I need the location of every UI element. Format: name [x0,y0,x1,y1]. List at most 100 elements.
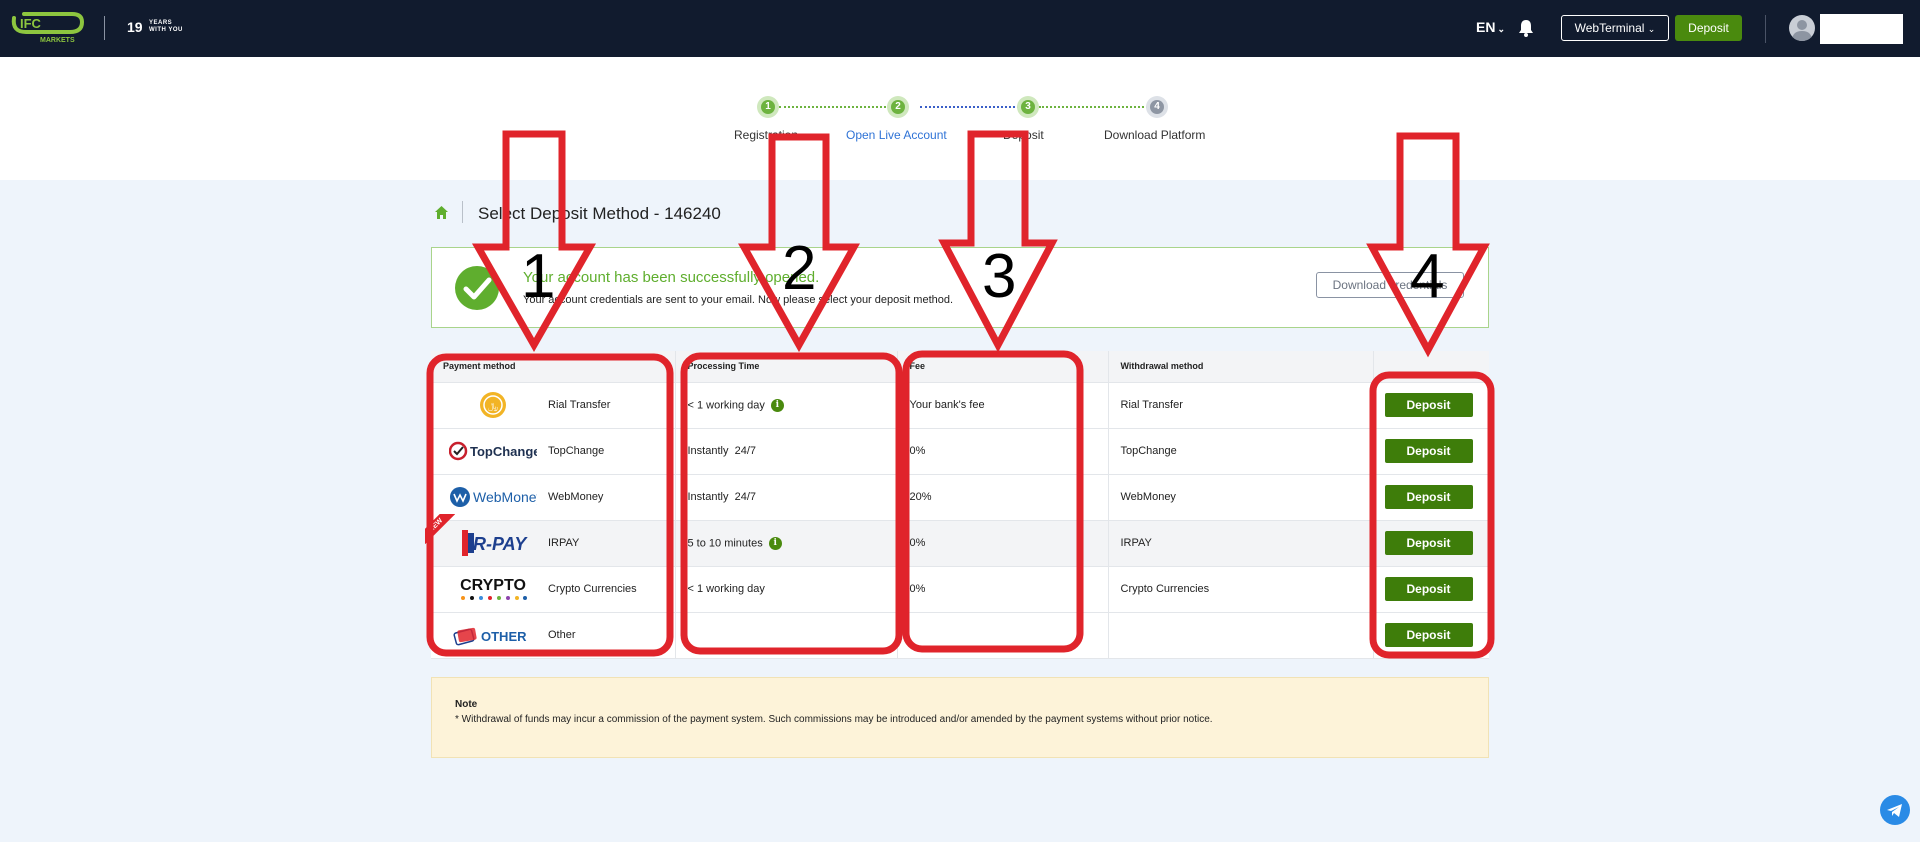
svg-text:IFC: IFC [20,16,42,31]
chevron-down-icon: ⌄ [1647,24,1656,34]
payment-method-name: IRPAY [548,537,580,549]
payment-method-name: Crypto Currencies [548,583,637,595]
column-header-withdrawal-method: Withdrawal method [1108,351,1374,383]
deposit-button[interactable]: Deposit [1384,623,1473,647]
fee-cell: 0% [897,520,1109,567]
svg-text:MARKETS: MARKETS [40,37,75,44]
deposit-methods-table: Payment method Processing Time Fee Withd… [425,351,1489,659]
column-header-action [1373,351,1489,383]
crypto-logo: CRYPTO [443,573,543,605]
fee-cell [897,612,1109,659]
ifc-markets-logo[interactable]: IFC MARKETS [10,10,84,44]
fee-cell: 20% [897,474,1109,521]
language-label: EN [1476,19,1496,35]
step-3-dot: 3 [1017,96,1039,118]
rial-logo: ﷼ [443,389,543,421]
step-connector [920,106,1027,108]
deposit-button[interactable]: Deposit [1384,439,1473,463]
top-navbar: IFC MARKETS 19 YEARS WITH YOU EN ⌄ WebTer… [0,0,1920,57]
deposit-button[interactable]: Deposit [1384,393,1473,417]
fee-cell: 0% [897,566,1109,613]
success-subtitle: Your account credentials are sent to you… [523,294,954,306]
payment-method-name: Other [548,629,576,641]
table-row: ﷼ Rial Transfer < 1 working day i Your ba… [431,382,1489,429]
success-title: Your account has been successfully opene… [523,269,820,286]
info-icon[interactable]: i [770,398,784,412]
payment-method-name: WebMoney [548,491,604,503]
step-4-dot: 4 [1146,96,1168,118]
table-row: OTHER Other Deposit [431,612,1489,659]
logo-divider [104,16,105,40]
years-number: 19 [127,19,143,35]
table-row: CRYPTO Crypto Currencies < 1 working day… [431,566,1489,613]
payment-method-name: TopChange [548,445,605,457]
avatar[interactable] [1789,15,1815,41]
fee-cell: 0% [897,428,1109,475]
success-panel: Your account has been successfully opene… [431,247,1489,328]
topchange-logo: TopChange [443,435,543,467]
chevron-down-icon: ⌄ [1497,24,1505,34]
column-header-payment-method: Payment method [431,351,676,383]
svg-text:IR-PAY: IR-PAY [468,534,528,554]
years-text: YEARS WITH YOU [149,20,183,33]
processing-time: Instantly 24/7 [675,474,898,521]
processing-time: Instantly 24/7 [675,428,898,475]
table-row: TopChange TopChange Instantly 24/7 0% To… [431,428,1489,475]
irpay-logo: IR-PAY [443,527,543,559]
step-label-registration[interactable]: Registration [734,128,798,142]
note-text: * Withdrawal of funds may incur a commis… [455,714,1213,725]
withdrawal-method-cell: Crypto Currencies [1108,566,1374,613]
step-connector [1039,106,1151,108]
payment-method-name: Rial Transfer [548,399,611,411]
processing-time: 5 to 10 minutes [687,536,763,549]
annotation-label-1: 1 [521,242,556,311]
telegram-icon[interactable] [1880,795,1910,825]
processing-time: < 1 working day [687,398,765,411]
webmoney-logo: WebMoney [443,481,543,513]
table-row: WebMoney WebMoney Instantly 24/7 20% Web… [431,474,1489,521]
username-box[interactable] [1820,14,1903,44]
step-2-dot: 2 [887,96,909,118]
table-row: NEW IR-PAY IRPAY 5 to 10 minutes i 0% IRP… [425,513,1489,567]
step-1-dot: 1 [757,96,779,118]
svg-text:OTHER: OTHER [481,629,527,644]
step-label-deposit[interactable]: Deposit [1003,128,1044,142]
svg-text:﷼: ﷼ [488,402,498,412]
header-divider [1765,15,1766,43]
svg-text:WebMoney: WebMoney [473,489,537,505]
withdrawal-method-cell: TopChange [1108,428,1374,475]
note-title: Note [455,699,478,710]
table-header-row: Payment method Processing Time Fee Withd… [431,351,1489,383]
step-label-open-live-account[interactable]: Open Live Account [846,128,947,142]
years-badge: 19 YEARS WITH YOU [127,19,182,35]
annotation-label-4: 4 [1410,242,1445,311]
info-icon[interactable]: i [768,536,782,550]
other-payment-logo: OTHER [443,619,543,651]
step-label-download-platform[interactable]: Download Platform [1104,128,1205,142]
language-selector[interactable]: EN ⌄ [1476,19,1505,35]
withdrawal-method-cell: IRPAY [1108,520,1374,567]
webterminal-label: WebTerminal [1574,21,1645,35]
step-connector [779,106,898,108]
processing-time: < 1 working day [675,566,898,613]
fee-cell: Your bank's fee [897,382,1109,429]
deposit-button[interactable]: Deposit [1384,577,1473,601]
column-header-fee: Fee [897,351,1109,383]
annotation-label-3: 3 [982,242,1017,311]
svg-text:CRYPTO: CRYPTO [460,577,526,594]
breadcrumb-divider [462,201,463,223]
deposit-button[interactable]: Deposit [1384,485,1473,509]
processing-time [675,612,898,659]
bell-icon[interactable] [1518,19,1534,37]
webterminal-button[interactable]: WebTerminal ⌄ [1561,15,1669,41]
header-deposit-button[interactable]: Deposit [1675,15,1742,41]
deposit-button[interactable]: Deposit [1384,531,1473,555]
user-icon [1792,20,1812,41]
annotation-label-2: 2 [782,234,817,303]
withdrawal-method-cell: WebMoney [1108,474,1374,521]
home-icon[interactable] [434,205,449,220]
progress-stepper [0,57,1920,180]
note-panel: Note * Withdrawal of funds may incur a c… [431,677,1489,758]
withdrawal-method-cell [1108,612,1374,659]
page-title: Select Deposit Method - 146240 [478,204,721,223]
